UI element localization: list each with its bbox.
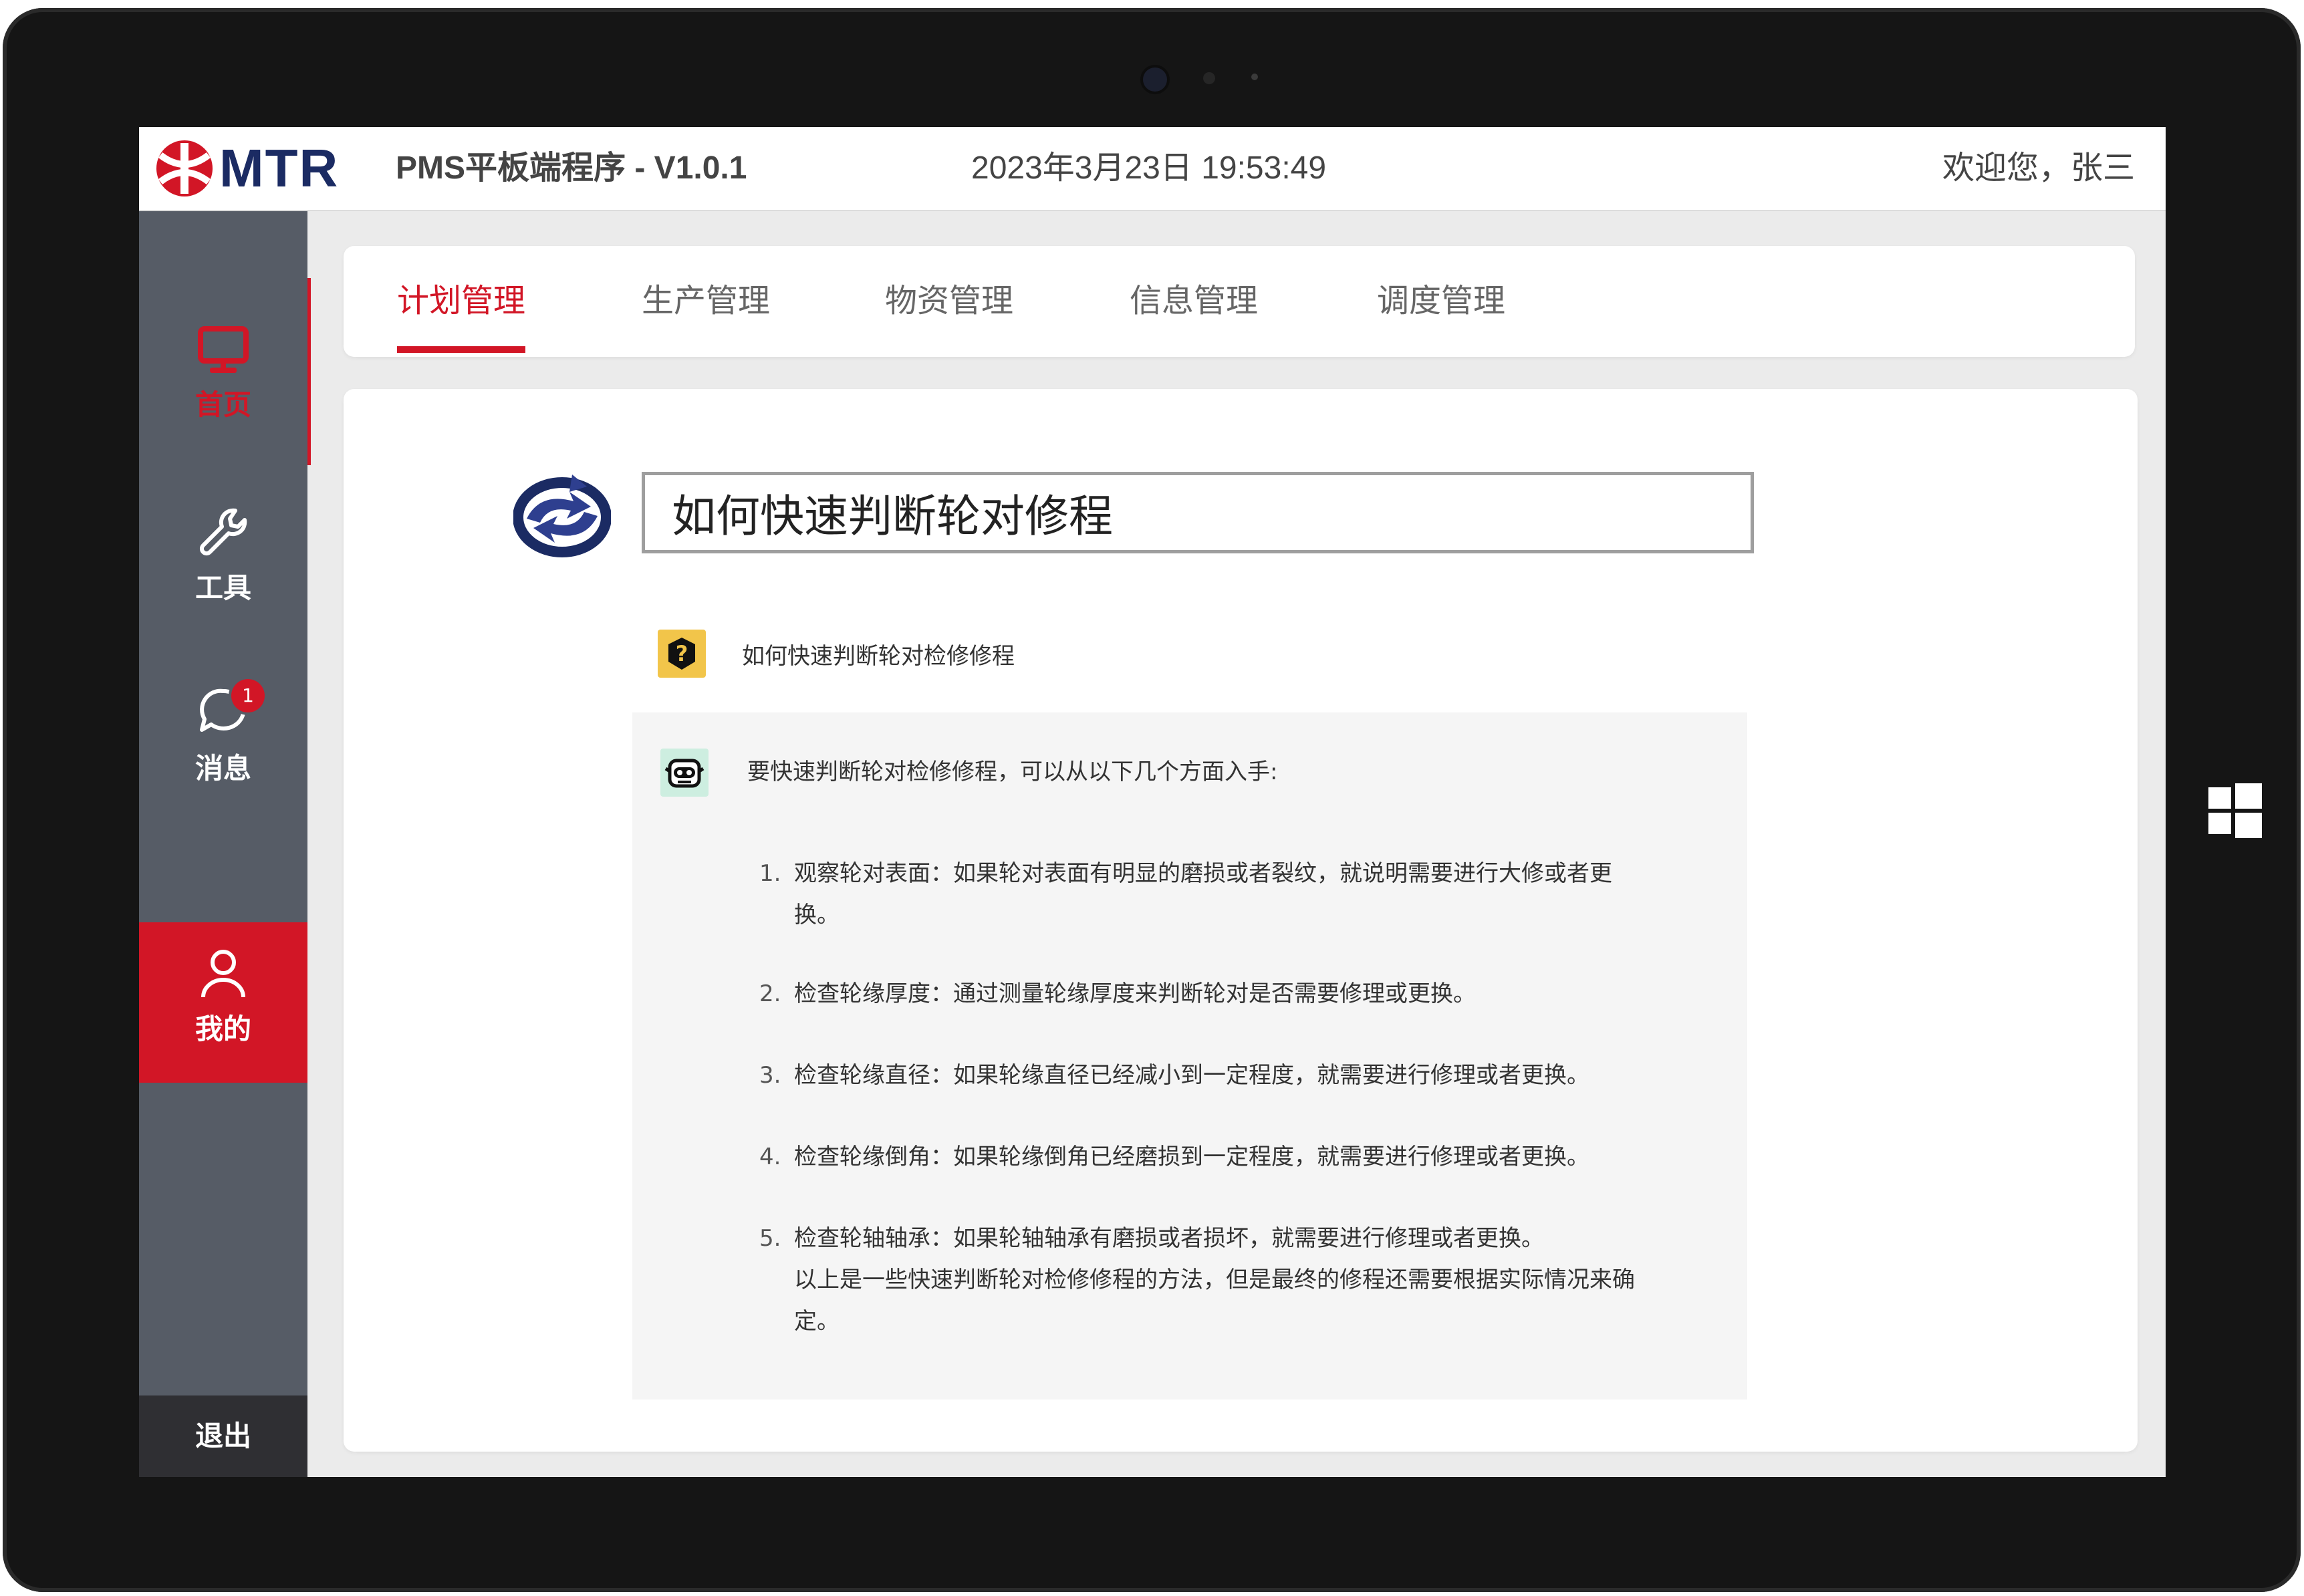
tab-production-management[interactable]: 生产管理: [642, 279, 770, 322]
datetime: 2023年3月23日 19:53:49: [971, 150, 1327, 186]
monitor-icon: [198, 326, 249, 373]
list-item-text: 检查轮缘倒角：如果轮缘倒角已经磨损到一定程度，就需要进行修理或者更换。: [794, 1144, 1589, 1170]
answer-bubble: 要快速判断轮对检修修程，可以从以下几个方面入手: 1. 观察轮对表面：如果轮对表…: [632, 712, 1747, 1400]
tab-plan-management[interactable]: 计划管理: [397, 279, 526, 353]
sidebar-item-label: 首页: [195, 388, 251, 421]
tab-information-management[interactable]: 信息管理: [1130, 279, 1258, 322]
mtr-logo: MTR: [155, 140, 339, 196]
list-number: 4.: [759, 1144, 781, 1170]
tab-dispatch-management[interactable]: 调度管理: [1377, 279, 1505, 322]
list-item: 3. 检查轮缘直径：如果轮缘直径已经减小到一定程度，就需要进行修理或者更换。: [759, 1055, 1648, 1096]
sensor-light-icon: [1251, 74, 1258, 80]
wrench-icon: [199, 508, 247, 556]
sensor-icon: [1203, 72, 1215, 84]
sidebar-item-label: 工具: [195, 571, 251, 604]
top-bar: MTR PMS平板端程序 - V1.0.1 2023年3月23日 19:53:4…: [139, 127, 2166, 211]
welcome-user[interactable]: 欢迎您，张三: [1942, 147, 2135, 190]
sidebar-item-messages[interactable]: 1 消息: [139, 679, 307, 806]
sidebar-item-mine[interactable]: 我的: [139, 922, 307, 1083]
assistant-logo-icon: [513, 475, 611, 557]
unread-badge: 1: [231, 679, 265, 712]
app-title: PMS平板端程序 - V1.0.1: [396, 150, 747, 186]
list-item-text: 检查轮缘厚度：通过测量轮缘厚度来判断轮对是否需要修理或更换。: [794, 980, 1476, 1007]
app-screen: MTR PMS平板端程序 - V1.0.1 2023年3月23日 19:53:4…: [139, 127, 2166, 1477]
list-number: 2.: [759, 980, 781, 1007]
logo-text: MTR: [219, 138, 340, 198]
chat-panel: ? 如何快速判断轮对检修修程 要快速判断轮对检修修程，可以从以下几个方面入手:: [344, 389, 2138, 1452]
answer-list: 1. 观察轮对表面：如果轮对表面有明显的磨损或者裂纹，就说明需要进行大修或者更换…: [759, 853, 1648, 1342]
question-mark-icon: ?: [658, 630, 706, 678]
robot-avatar-icon: [660, 749, 709, 797]
list-item: 4. 检查轮缘倒角：如果轮缘倒角已经磨损到一定程度，就需要进行修理或者更换。: [759, 1136, 1648, 1178]
user-icon: [201, 950, 245, 998]
sidebar-item-tools[interactable]: 工具: [139, 505, 307, 626]
list-item-text: 观察轮对表面：如果轮对表面有明显的磨损或者裂纹，就说明需要进行大修或者更换。: [794, 860, 1612, 928]
sidebar-item-home[interactable]: 首页: [139, 278, 311, 465]
svg-text:?: ?: [676, 641, 688, 666]
sidebar: 首页 工具 1 消息 我的 退出: [139, 211, 311, 1477]
list-number: 3.: [759, 1062, 781, 1089]
windows-logo-icon[interactable]: [2208, 783, 2262, 838]
list-item-text: 检查轮缘直径：如果轮缘直径已经减小到一定程度，就需要进行修理或者更换。: [794, 1062, 1589, 1089]
question-input[interactable]: [642, 472, 1754, 553]
list-item: 5. 检查轮轴轴承：如果轮轴轴承有磨损或者损坏，就需要进行修理或者更换。 以上是…: [759, 1218, 1648, 1342]
list-item: 1. 观察轮对表面：如果轮对表面有明显的磨损或者裂纹，就说明需要进行大修或者更换…: [759, 853, 1648, 936]
list-number: 5.: [759, 1225, 781, 1252]
camera-lens-icon: [1143, 68, 1167, 92]
question-text: 如何快速判断轮对检修修程: [742, 642, 1015, 670]
list-number: 1.: [759, 860, 781, 887]
list-item: 2. 检查轮缘厚度：通过测量轮缘厚度来判断轮对是否需要修理或更换。: [759, 973, 1648, 1015]
user-question: ? 如何快速判断轮对检修修程: [658, 628, 1015, 679]
logout-button[interactable]: 退出: [139, 1395, 307, 1477]
answer-intro: 要快速判断轮对检修修程，可以从以下几个方面入手:: [747, 759, 1278, 785]
list-item-text: 检查轮轴轴承：如果轮轴轴承有磨损或者损坏，就需要进行修理或者更换。: [794, 1225, 1544, 1252]
mtr-logo-icon: [156, 140, 213, 196]
sidebar-item-label: 消息: [195, 752, 251, 785]
tab-bar: 计划管理 生产管理 物资管理 信息管理 调度管理: [344, 246, 2135, 357]
answer-conclusion: 以上是一些快速判断轮对检修修程的方法，但是最终的修程还需要根据实际情况来确定。: [794, 1267, 1635, 1335]
sidebar-item-label: 我的: [195, 1013, 251, 1045]
tab-materials-management[interactable]: 物资管理: [885, 279, 1013, 322]
